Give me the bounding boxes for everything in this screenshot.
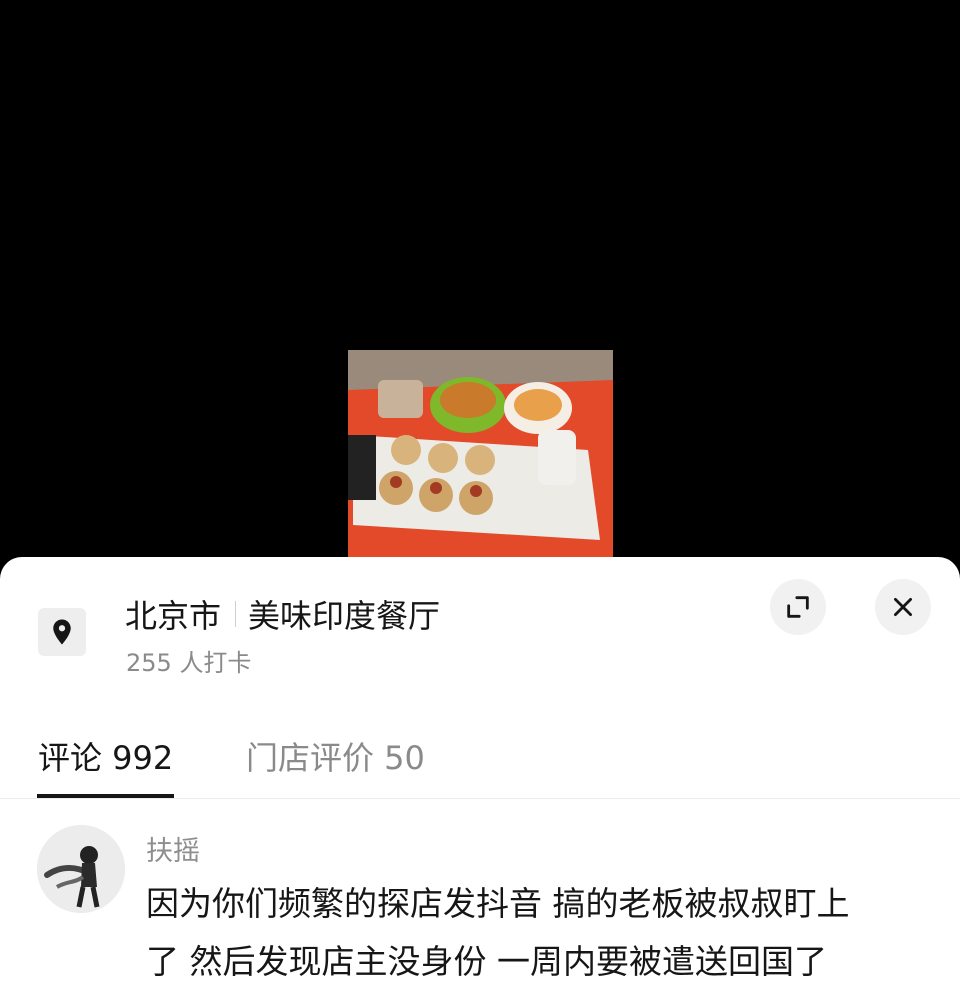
comment-username[interactable]: 扶摇 [146,829,200,868]
title-separator [235,601,237,627]
tabs-divider [0,798,960,799]
close-button[interactable] [875,579,931,635]
expand-button[interactable] [770,579,826,635]
comment-line-2: 了 然后发现店主没身份 一周内要被遣送回国了 [146,942,827,981]
close-icon [894,598,912,616]
video-player-area[interactable] [0,0,960,580]
location-detail-sheet: 北京市 美味印度餐厅 255 人打卡 评论 992 门店评价 50 扶摇 因为你… [0,557,960,995]
location-title[interactable]: 北京市 美味印度餐厅 [125,591,440,637]
city-name: 北京市 [125,597,222,635]
comment-line-1: 因为你们频繁的探店发抖音 搞的老板被叔叔盯上 [146,884,850,923]
expand-icon [787,596,809,618]
avatar[interactable] [37,825,125,913]
location-pin-icon [38,608,86,656]
restaurant-name: 美味印度餐厅 [248,597,441,635]
comment-text: 因为你们频繁的探店发抖音 搞的老板被叔叔盯上 了 然后发现店主没身份 一周内要被… [146,875,906,991]
tab-store-reviews[interactable]: 门店评价 50 [246,733,425,779]
food-photo-thumbnail[interactable] [348,350,613,557]
checkin-count: 255 人打卡 [126,649,252,677]
tab-comments[interactable]: 评论 992 [38,733,173,779]
